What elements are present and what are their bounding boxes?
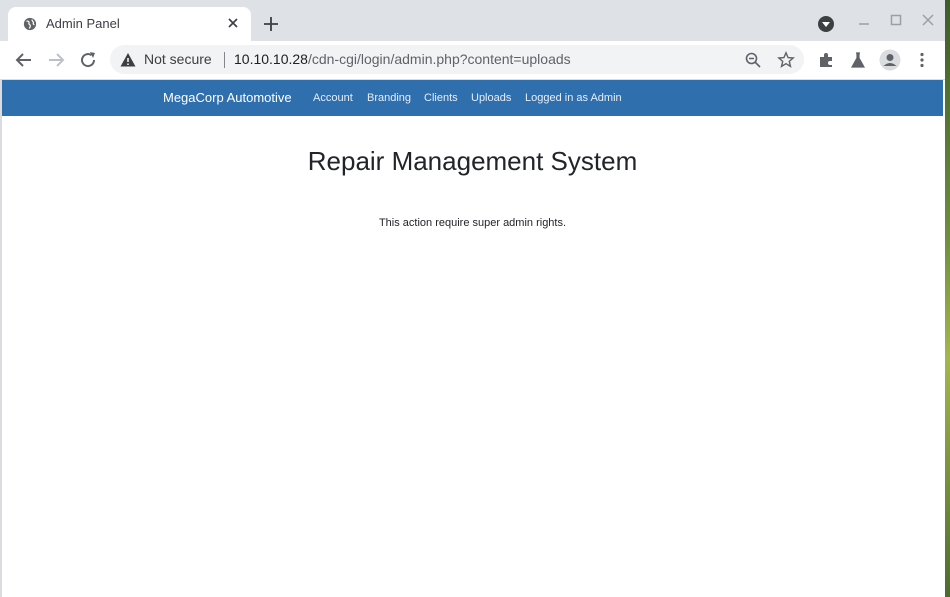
- tab-strip: Admin Panel: [0, 0, 945, 41]
- not-secure-label[interactable]: Not secure: [144, 51, 212, 67]
- tab-title: Admin Panel: [46, 16, 120, 31]
- site-navbar: MegaCorp Automotive Account Branding Cli…: [2, 80, 943, 116]
- globe-icon: [23, 17, 37, 31]
- reload-icon[interactable]: [78, 50, 98, 70]
- permission-message: This action require super admin rights.: [378, 217, 567, 229]
- url-host: 10.10.10.28: [234, 51, 308, 67]
- labs-flask-icon[interactable]: [849, 51, 867, 69]
- url-text[interactable]: 10.10.10.28/cdn-cgi/login/admin.php?cont…: [234, 51, 571, 67]
- star-icon[interactable]: [777, 51, 795, 69]
- nav-link-branding[interactable]: Branding: [367, 92, 411, 104]
- nav-link-clients[interactable]: Clients: [424, 92, 458, 104]
- browser-toolbar: Not secure 10.10.10.28/cdn-cgi/login/adm…: [0, 41, 945, 80]
- forward-arrow-icon[interactable]: [46, 50, 66, 70]
- page-title: Repair Management System: [307, 146, 638, 176]
- nav-logged-in-as[interactable]: Logged in as Admin: [525, 92, 622, 104]
- desktop-background-edge: [945, 0, 950, 597]
- maximize-icon[interactable]: [888, 12, 904, 28]
- nav-link-uploads[interactable]: Uploads: [471, 92, 511, 104]
- warning-icon: [120, 53, 136, 67]
- tab-admin-panel[interactable]: Admin Panel: [8, 7, 251, 41]
- minimize-icon[interactable]: [856, 12, 872, 28]
- profile-avatar-icon[interactable]: [879, 49, 901, 71]
- tab-search-icon[interactable]: [817, 15, 835, 33]
- menu-kebab-icon[interactable]: [913, 51, 931, 69]
- nav-link-account[interactable]: Account: [313, 92, 353, 104]
- zoom-icon[interactable]: [744, 51, 762, 69]
- extensions-puzzle-icon[interactable]: [817, 51, 835, 69]
- browser-window: Admin Panel Not secure 10.10.10.28/cdn-c…: [0, 0, 945, 597]
- url-path: /cdn-cgi/login/admin.php?content=uploads: [307, 51, 571, 67]
- brand-link[interactable]: MegaCorp Automotive: [163, 90, 292, 105]
- address-bar[interactable]: Not secure 10.10.10.28/cdn-cgi/login/adm…: [110, 45, 804, 74]
- omnibox-divider: [224, 52, 225, 68]
- close-tab-icon[interactable]: [225, 15, 241, 31]
- close-window-icon[interactable]: [920, 12, 936, 28]
- back-arrow-icon[interactable]: [14, 50, 34, 70]
- new-tab-icon[interactable]: [262, 15, 280, 33]
